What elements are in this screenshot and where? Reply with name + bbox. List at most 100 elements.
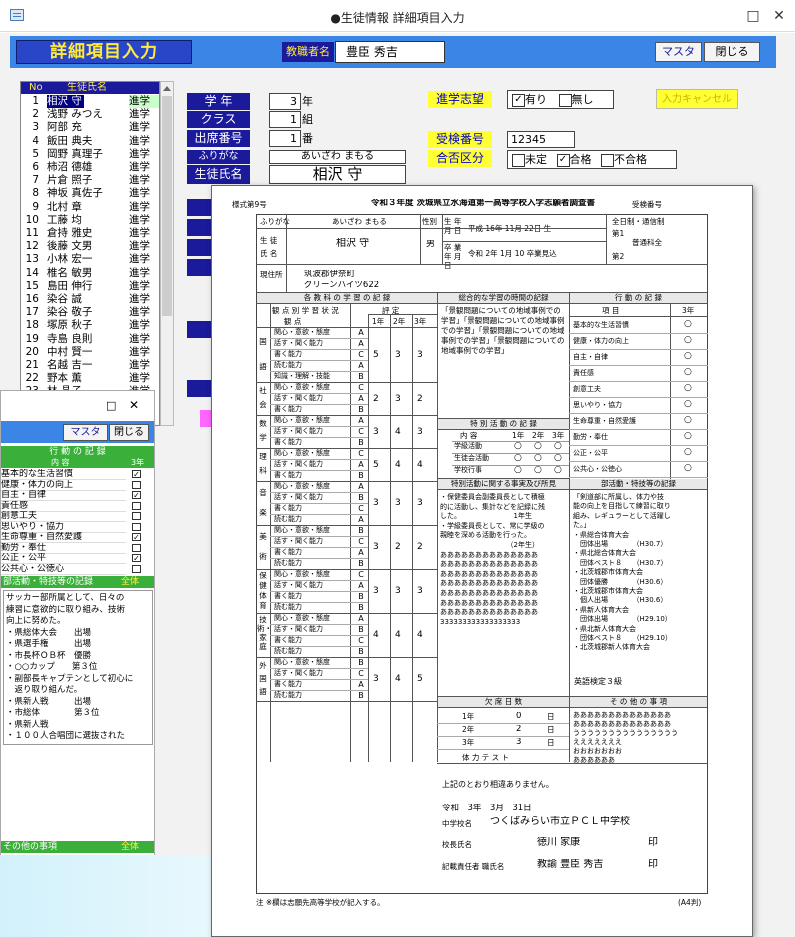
list-item[interactable]: 11 倉持 雅史 進学 [21,227,159,240]
report-kanten-mark: B [358,658,364,667]
list-item[interactable]: 5 岡野 真理子 進学 [21,148,159,161]
list-item[interactable]: 18 塚原 秋子 進学 [21,319,159,332]
hidden-label-7 [200,410,211,427]
win2-behavior-checkbox[interactable] [132,480,141,489]
report-club-line: ・県北総合体育大会 [573,549,636,558]
report-behavior-item: 自主・自律 [573,353,608,361]
list-item-no: 16 [25,293,39,305]
report-subject-name: 社会 [259,386,267,409]
list-item[interactable]: 8 神坂 真佐子 進学 [21,187,159,200]
list-item[interactable]: 21 名越 吉一 進学 [21,359,159,372]
list-item[interactable]: 9 北村 章 進学 [21,201,159,214]
list-item[interactable]: 1 相沢 守 進学 [21,95,159,108]
list-item[interactable]: 22 野本 薫 進学 [21,372,159,385]
report-kanten-item: 知識・理解・技能 [274,372,330,380]
list-item-status: 進学 [129,213,150,226]
seat-label: 出席番号 [187,130,250,147]
list-item[interactable]: 6 柿沼 德雄 進学 [21,161,159,174]
report-club-line: た。」 [573,521,591,530]
report-inquiry-header: 総合的な学習の時間の記録 [438,293,569,303]
report-kanten-mark: B [358,493,364,502]
list-item[interactable]: 2 浅野 みつえ 進学 [21,108,159,121]
win2-special-line: サッカー部所属として、日々の [6,593,125,603]
teacher-input[interactable]: 豊臣 秀吉 [335,41,445,63]
list-item[interactable]: 12 後藤 文男 進学 [21,240,159,253]
result-fail-checkbox[interactable] [601,153,614,167]
win2-behavior-checkbox[interactable]: ✓ [132,491,141,500]
scroll-up-icon[interactable] [163,86,171,91]
list-item[interactable]: 3 阿部 充 進学 [21,121,159,134]
report-special-label: 学校行事 [454,466,482,474]
win2-behavior-checkbox[interactable] [132,522,141,531]
win2-behavior-checkbox[interactable]: ✓ [132,533,141,542]
report-row-line [270,580,368,581]
win2-close-button[interactable]: 閉じる [109,424,149,441]
win2-close[interactable]: ✕ [129,398,143,412]
win2-behavior-checkbox[interactable] [132,512,141,520]
cancel-input-button[interactable]: 入力キャンセル [656,89,738,109]
list-item[interactable]: 19 寺島 良則 進学 [21,332,159,346]
win2-behavior-checkbox[interactable] [132,501,141,510]
list-item[interactable]: 16 染谷 誠 進学 [21,293,159,306]
student-list-header: No 生徒氏名 [21,82,159,94]
win2-col-header: 内 容 3年 [1,458,154,468]
list-item-status: 進学 [129,359,150,371]
master-button[interactable]: マスタ [655,42,702,62]
report-subject-name: 理科 [259,452,267,475]
list-item[interactable]: 17 染谷 敬子 進学 [21,306,159,319]
list-item[interactable]: 20 中村 賢一 進学 [21,346,159,359]
report-birth-label: 生 年 月 日 [444,217,462,235]
win2-minimize[interactable]: □ [106,399,120,412]
list-item-no: 19 [25,332,39,345]
list-item[interactable]: 15 島田 伸行 進学 [21,280,159,293]
list-item-no: 10 [25,213,39,226]
win2-other-title: その他の事項 [3,842,58,852]
report-kanten-mark: A [358,328,364,337]
list-item[interactable]: 14 椎名 敏男 進学 [21,267,159,280]
win2-behavior-checkbox[interactable] [132,543,141,552]
report-kanten-mark: C [358,427,364,436]
report-row-line [270,624,368,625]
report-behavior-item: 勤労・奉仕 [573,433,608,441]
win2-master-button[interactable]: マスタ [63,424,108,441]
win2-behavior-checkbox[interactable]: ✓ [132,554,141,563]
win2-behavior-checkbox[interactable] [132,564,141,573]
result-undecided-checkbox[interactable] [512,153,525,167]
report-club-line: ・北茨城郡市体育大会 [573,587,643,595]
report-behavior-item: 生命尊重・自然愛護 [573,417,636,425]
minimize-button[interactable]: □ [742,6,764,26]
aspiration-yes-checkbox[interactable]: ✓ [512,93,525,107]
close-button[interactable]: ✕ [768,6,790,26]
list-item-no: 1 [32,95,39,107]
list-item-no: 3 [32,121,39,134]
scrollbar-thumb[interactable] [162,96,172,316]
seat-input[interactable]: 1 [269,130,301,147]
report-grade-value: 2 [417,393,423,404]
class-input[interactable]: 1 [269,111,301,128]
report-attendance-year: 3年 [462,738,475,747]
furigana-input[interactable]: あいざわ まもる [269,150,406,164]
list-item[interactable]: 4 飯田 典夫 進学 [21,135,159,148]
report-kanten-mark: C [358,504,364,513]
close-form-button[interactable]: 閉じる [704,42,760,62]
student-list[interactable]: No 生徒氏名 1 相沢 守進学 2 浅野 みつえ 進学 3 阿部 充進学 4 飯田 典夫 進学 5… [20,81,160,426]
list-item[interactable]: 10 工藤 均 進学 [21,213,159,227]
list-item-no: 12 [25,240,39,253]
exam-no-input[interactable]: 12345 [507,131,575,148]
report-behavior-line [569,349,708,350]
list-item[interactable]: 7 片倉 照子 進学 [21,174,159,187]
aspiration-no-checkbox[interactable] [558,93,572,107]
result-pass-checkbox[interactable]: ✓ [556,153,570,167]
report-kanten-item: 書く能力 [274,636,302,644]
win2-behavior-item: 公共心・公徳心 [1,564,126,575]
report-behavior-col-item: 項 目 [602,306,620,315]
student-list-scrollbar[interactable] [160,81,174,426]
grade-input[interactable]: 3 [269,93,301,110]
student-name-input[interactable]: 相沢 守 [269,165,406,184]
win2-behavior-checkbox[interactable]: ✓ [132,470,141,479]
report-club-header: 部活動・特技等の記録 [570,479,707,489]
report-address-value: 筑波郡伊奈町 [304,270,356,279]
win2-special-textarea[interactable]: サッカー部所属として、日々の 練習に意欲的に取り組み、技術 向上に努めた。 ・県総体大… [3,590,153,745]
list-item[interactable]: 13 小林 宏一 進学 [21,253,159,266]
report-grade-value: 2 [417,542,423,552]
